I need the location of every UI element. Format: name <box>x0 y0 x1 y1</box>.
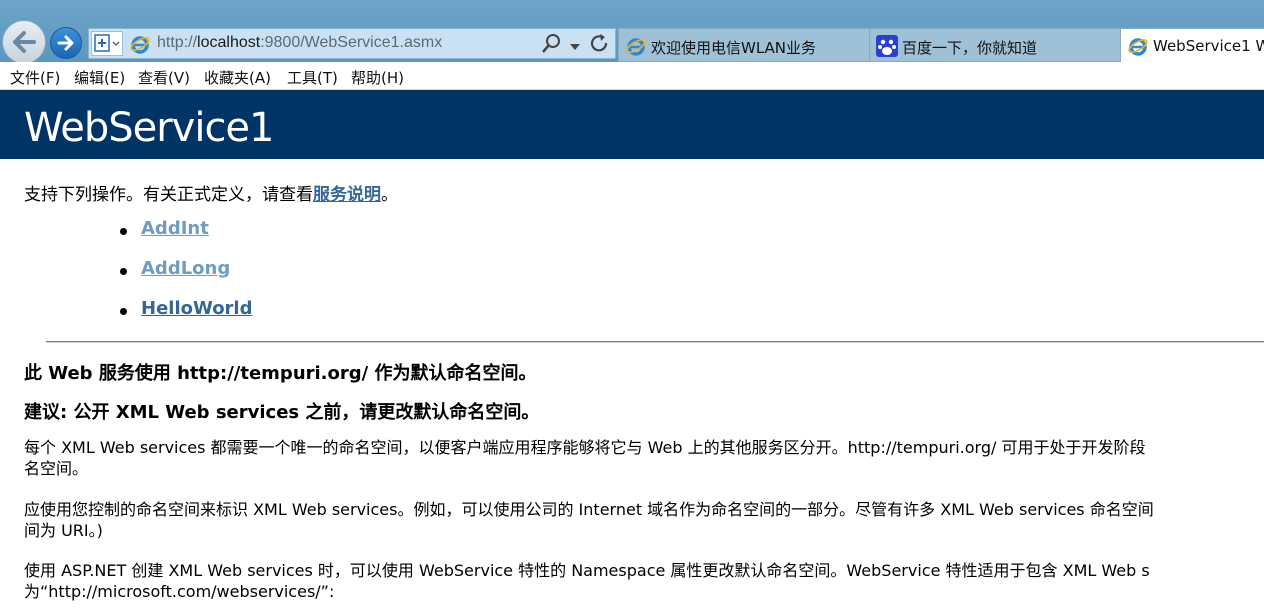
tab-wlan[interactable]: 欢迎使用电信WLAN业务 <box>618 28 870 62</box>
intro-text: 支持下列操作。有关正式定义，请查看服务说明。 <box>24 185 398 205</box>
menu-tools[interactable]: 工具(T) <box>287 67 338 88</box>
paragraph-3: 使用 ASP.NET 创建 XML Web services 时，可以使用 We… <box>24 561 1150 601</box>
forward-arrow-icon <box>57 35 74 51</box>
search-icon[interactable] <box>541 33 563 59</box>
menu-bar: 文件(F) 编辑(E) 查看(V) 收藏夹(A) 工具(T) 帮助(H) <box>0 62 1264 90</box>
ie-icon <box>129 33 151 59</box>
namespace-heading: 此 Web 服务使用 http://tempuri.org/ 作为默认命名空间。 <box>24 363 537 384</box>
tab-label: 欢迎使用电信WLAN业务 <box>651 39 817 57</box>
ie-icon <box>625 35 647 61</box>
operation-link-addint[interactable]: AddInt <box>141 218 209 239</box>
operation-link-addlong[interactable]: AddLong <box>141 258 230 279</box>
menu-file[interactable]: 文件(F) <box>10 67 60 88</box>
ie-icon <box>1127 35 1149 61</box>
service-description-link[interactable]: 服务说明 <box>313 185 381 205</box>
divider <box>46 341 1264 343</box>
operation-link-helloworld[interactable]: HelloWorld <box>141 298 253 319</box>
compatibility-view-button[interactable] <box>91 31 123 56</box>
tab-baidu[interactable]: 百度一下，你就知道 <box>869 28 1121 62</box>
menu-view[interactable]: 查看(V) <box>138 67 190 88</box>
dropdown-arrow-icon[interactable] <box>569 37 581 56</box>
forward-button[interactable] <box>50 27 82 59</box>
menu-favorites[interactable]: 收藏夹(A) <box>204 67 271 88</box>
back-arrow-icon <box>13 31 36 53</box>
tab-label: WebService1 W <box>1153 37 1264 55</box>
tab-label: 百度一下，你就知道 <box>902 39 1038 57</box>
url-text[interactable]: http://localhost:9800/WebService1.asmx <box>157 34 442 52</box>
refresh-icon[interactable] <box>589 33 611 59</box>
page-banner: WebService1 <box>0 90 1264 159</box>
back-button[interactable] <box>2 20 46 64</box>
recommendation-heading: 建议: 公开 XML Web services 之前，请更改默认命名空间。 <box>24 402 540 423</box>
menu-help[interactable]: 帮助(H) <box>351 67 404 88</box>
page-plus-icon <box>94 34 120 52</box>
paragraph-2: 应使用您控制的命名空间来标识 XML Web services。例如，可以使用公… <box>24 500 1154 540</box>
address-bar[interactable]: http://localhost:9800/WebService1.asmx <box>88 28 616 59</box>
page-title: WebService1 <box>24 105 274 151</box>
baidu-paw-icon <box>876 35 898 61</box>
tab-webservice1[interactable]: WebService1 W <box>1120 28 1264 62</box>
browser-chrome: http://localhost:9800/WebService1.asmx 欢… <box>0 0 1264 64</box>
paragraph-1: 每个 XML Web services 都需要一个唯一的命名空间，以便客户端应用… <box>24 438 1146 478</box>
menu-edit[interactable]: 编辑(E) <box>74 67 125 88</box>
